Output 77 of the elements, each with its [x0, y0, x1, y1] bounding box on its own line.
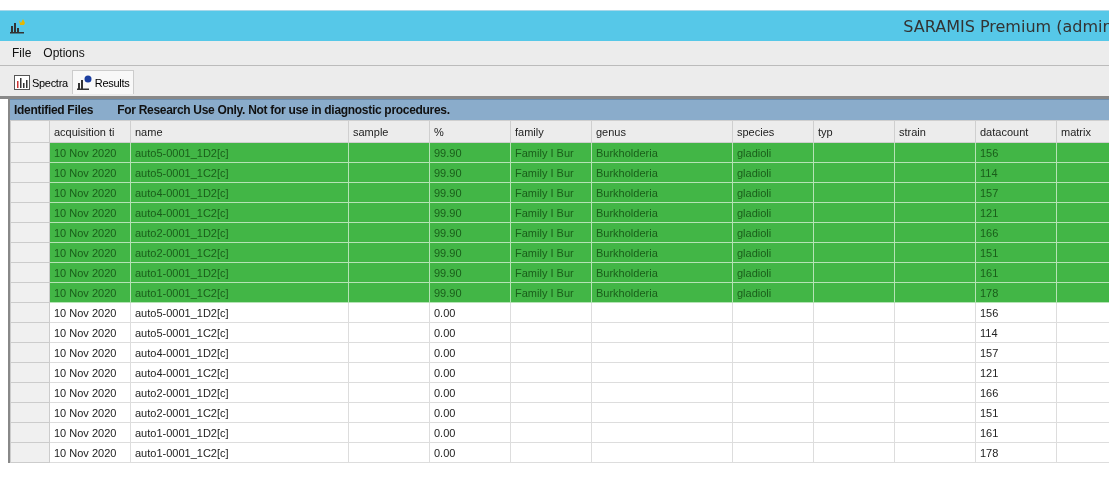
table-cell: 166: [975, 382, 1057, 403]
table-row[interactable]: 10 Nov 2020 auto2-0001_1C2[c] 0.00 151: [10, 402, 1109, 423]
tab[interactable]: Spectra: [10, 71, 72, 94]
table-cell: 0.00: [429, 442, 511, 463]
table-cell: 0.00: [429, 422, 511, 443]
row-header[interactable]: [10, 322, 50, 343]
column-header[interactable]: datacount: [975, 120, 1057, 143]
column-header[interactable]: genus: [591, 120, 733, 143]
table-cell: 0.00: [429, 342, 511, 363]
table-cell: auto1-0001_1D2[c]: [130, 422, 349, 443]
row-header[interactable]: [10, 222, 50, 243]
column-header[interactable]: family: [510, 120, 592, 143]
table-cell: 178: [975, 442, 1057, 463]
row-header[interactable]: [10, 422, 50, 443]
column-header[interactable]: acquisition ti: [49, 120, 131, 143]
table-cell: auto5-0001_1D2[c]: [130, 302, 349, 323]
table-cell: 157: [975, 342, 1057, 363]
table-row[interactable]: 10 Nov 2020 auto2-0001_1D2[c] 0.00 166: [10, 382, 1109, 403]
table-row[interactable]: 10 Nov 2020 auto4-0001_1D2[c] 0.00 157: [10, 342, 1109, 363]
column-header[interactable]: typ: [813, 120, 895, 143]
table-cell: 0.00: [429, 302, 511, 323]
table-cell: 0.00: [429, 322, 511, 343]
column-header[interactable]: matrix: [1056, 120, 1109, 143]
table-row[interactable]: 10 Nov 2020 auto5-0001_1D2[c] 0.00 156: [10, 302, 1109, 323]
spectrum-icon: [14, 75, 30, 90]
table-cell: 156: [975, 302, 1057, 323]
row-header[interactable]: [10, 302, 50, 323]
row-header[interactable]: [10, 402, 50, 423]
table-cell: 0.00: [429, 382, 511, 403]
column-header[interactable]: sample: [348, 120, 430, 143]
row-header[interactable]: [10, 342, 50, 363]
menu-item[interactable]: File: [12, 46, 32, 60]
row-header[interactable]: [10, 282, 50, 303]
table-cell: 0.00: [429, 362, 511, 383]
tab[interactable]: Results: [71, 70, 135, 94]
row-header[interactable]: [10, 182, 50, 203]
row-header[interactable]: [10, 362, 50, 383]
table-cell: 0.00: [429, 402, 511, 423]
row-header[interactable]: [10, 142, 50, 163]
chart-icon: [10, 18, 26, 34]
table-cell: 10 Nov 2020: [49, 442, 131, 463]
table-cell: 161: [975, 422, 1057, 443]
table-cell: 10 Nov 2020: [49, 402, 131, 423]
menu-item[interactable]: Options: [43, 46, 85, 60]
column-header[interactable]: species: [732, 120, 814, 143]
row-header[interactable]: [10, 162, 50, 183]
window-title: SARAMIS Premium (admir: [903, 16, 1109, 36]
table-cell: 10 Nov 2020: [49, 302, 131, 323]
column-header[interactable]: name: [130, 120, 349, 143]
table-cell: auto5-0001_1C2[c]: [130, 322, 349, 343]
table-cell: auto4-0001_1D2[c]: [130, 342, 349, 363]
row-header[interactable]: [10, 242, 50, 263]
table-row[interactable]: 10 Nov 2020 auto5-0001_1C2[c] 0.00 114: [10, 322, 1109, 343]
table-cell: 10 Nov 2020: [49, 362, 131, 383]
column-header[interactable]: strain: [894, 120, 976, 143]
row-header[interactable]: [10, 382, 50, 403]
notice-text: For Research Use Only. Not for use in diagnostic procedures.: [117, 103, 450, 117]
table-row[interactable]: 10 Nov 2020 auto4-0001_1C2[c] 0.00 121: [10, 362, 1109, 383]
panel-title: Identified Files: [14, 103, 94, 117]
table-cell: 10 Nov 2020: [49, 382, 131, 403]
table-cell: 151: [975, 402, 1057, 423]
table-cell: 114: [975, 322, 1057, 343]
row-header[interactable]: [10, 202, 50, 223]
table-row[interactable]: 10 Nov 2020 auto1-0001_1C2[c] 0.00 178: [10, 442, 1109, 463]
table-cell: auto1-0001_1C2[c]: [130, 442, 349, 463]
table-row[interactable]: 10 Nov 2020 auto1-0001_1D2[c] 0.00 161: [10, 422, 1109, 443]
row-header[interactable]: [10, 442, 50, 463]
table-cell: 10 Nov 2020: [49, 422, 131, 443]
table-cell: 10 Nov 2020: [49, 322, 131, 343]
table-cell: 10 Nov 2020: [49, 342, 131, 363]
table-cell: 121: [975, 362, 1057, 383]
table-cell: auto4-0001_1C2[c]: [130, 362, 349, 383]
table-cell: auto2-0001_1D2[c]: [130, 382, 349, 403]
column-header[interactable]: %: [429, 120, 511, 143]
table-cell: auto2-0001_1C2[c]: [130, 402, 349, 423]
chart-icon: [76, 75, 93, 90]
row-header[interactable]: [10, 262, 50, 283]
